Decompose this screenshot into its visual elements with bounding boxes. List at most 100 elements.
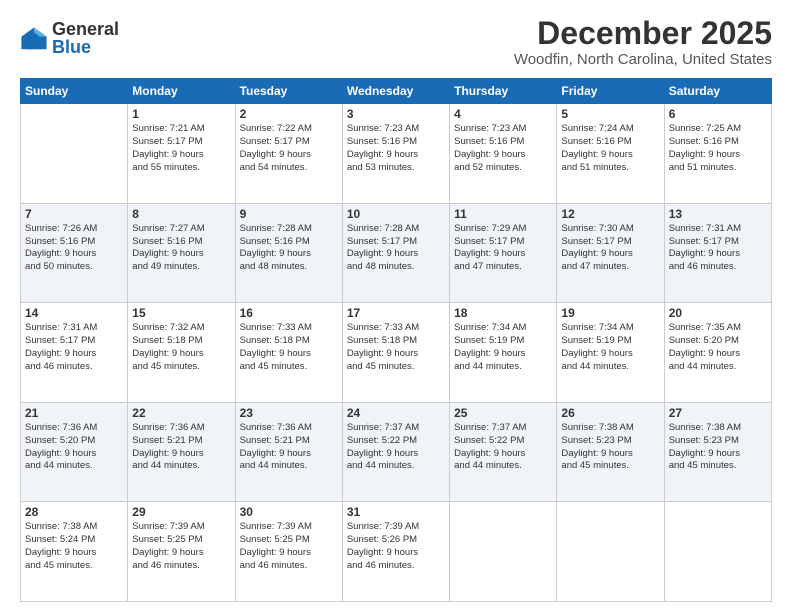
day-number: 1 (132, 107, 230, 121)
table-cell: 25 Sunrise: 7:37 AM Sunset: 5:22 PM Dayli… (450, 402, 557, 502)
location: Woodfin, North Carolina, United States (514, 51, 772, 68)
day-number: 16 (240, 306, 338, 320)
table-cell: 20Sunrise: 7:35 AM Sunset: 5:20 PM Dayli… (664, 303, 771, 403)
day-info: Sunrise: 7:34 AM Sunset: 5:19 PM Dayligh… (561, 322, 659, 373)
day-number: 30 (240, 505, 338, 519)
table-cell: 12 Sunrise: 7:30 AM Sunset: 5:17 PM Dayli… (557, 203, 664, 303)
day-info: Sunrise: 7:31 AM Sunset: 5:17 PM Dayligh… (669, 223, 767, 274)
logo-text: General Blue (52, 20, 119, 56)
logo-blue-text: Blue (52, 38, 119, 56)
day-number: 3 (347, 107, 445, 121)
day-number: 10 (347, 207, 445, 221)
table-cell: 4 Sunrise: 7:23 AM Sunset: 5:16 PM Daylig… (450, 104, 557, 204)
day-info: Sunrise: 7:38 AM Sunset: 5:23 PM Dayligh… (561, 422, 659, 473)
day-number: 17 (347, 306, 445, 320)
day-info: Sunrise: 7:37 AM Sunset: 5:22 PM Dayligh… (454, 422, 552, 473)
day-info: Sunrise: 7:33 AM Sunset: 5:18 PM Dayligh… (347, 322, 445, 373)
day-number: 25 (454, 406, 552, 420)
table-cell: 16 Sunrise: 7:33 AM Sunset: 5:18 PM Dayli… (235, 303, 342, 403)
col-friday: Friday (557, 79, 664, 104)
table-cell: 1 Sunrise: 7:21 AM Sunset: 5:17 PM Daylig… (128, 104, 235, 204)
table-cell: 14 Sunrise: 7:31 AM Sunset: 5:17 PM Dayli… (21, 303, 128, 403)
day-info: Sunrise: 7:21 AM Sunset: 5:17 PM Dayligh… (132, 123, 230, 174)
table-cell: 30 Sunrise: 7:39 AM Sunset: 5:25 PM Dayli… (235, 502, 342, 602)
table-cell: 15 Sunrise: 7:32 AM Sunset: 5:18 PM Dayli… (128, 303, 235, 403)
title-block: December 2025 Woodfin, North Carolina, U… (514, 16, 772, 68)
header: General Blue December 2025 Woodfin, Nort… (20, 16, 772, 68)
day-info: Sunrise: 7:38 AM Sunset: 5:23 PM Dayligh… (669, 422, 767, 473)
day-number: 12 (561, 207, 659, 221)
table-cell: 3 Sunrise: 7:23 AM Sunset: 5:16 PM Daylig… (342, 104, 449, 204)
week-row-4: 21 Sunrise: 7:36 AM Sunset: 5:20 PM Dayli… (21, 402, 772, 502)
table-cell: 8 Sunrise: 7:27 AM Sunset: 5:16 PM Daylig… (128, 203, 235, 303)
day-number: 29 (132, 505, 230, 519)
day-number: 24 (347, 406, 445, 420)
day-number: 20 (669, 306, 767, 320)
table-cell: 11Sunrise: 7:29 AM Sunset: 5:17 PM Dayli… (450, 203, 557, 303)
day-info: Sunrise: 7:24 AM Sunset: 5:16 PM Dayligh… (561, 123, 659, 174)
table-cell: 7Sunrise: 7:26 AM Sunset: 5:16 PM Daylig… (21, 203, 128, 303)
month-title: December 2025 (514, 16, 772, 51)
day-number: 27 (669, 406, 767, 420)
day-number: 22 (132, 406, 230, 420)
col-saturday: Saturday (664, 79, 771, 104)
table-cell: 17 Sunrise: 7:33 AM Sunset: 5:18 PM Dayli… (342, 303, 449, 403)
table-cell: 13 Sunrise: 7:31 AM Sunset: 5:17 PM Dayli… (664, 203, 771, 303)
day-info: Sunrise: 7:34 AM Sunset: 5:19 PM Dayligh… (454, 322, 552, 373)
table-cell: 24 Sunrise: 7:37 AM Sunset: 5:22 PM Dayli… (342, 402, 449, 502)
day-number: 18 (454, 306, 552, 320)
day-number: 4 (454, 107, 552, 121)
day-info: Sunrise: 7:27 AM Sunset: 5:16 PM Dayligh… (132, 223, 230, 274)
day-number: 6 (669, 107, 767, 121)
col-thursday: Thursday (450, 79, 557, 104)
logo-icon (20, 24, 48, 52)
day-info: Sunrise: 7:31 AM Sunset: 5:17 PM Dayligh… (25, 322, 123, 373)
day-info: Sunrise: 7:36 AM Sunset: 5:21 PM Dayligh… (132, 422, 230, 473)
table-cell: 22 Sunrise: 7:36 AM Sunset: 5:21 PM Dayli… (128, 402, 235, 502)
table-cell: 18 Sunrise: 7:34 AM Sunset: 5:19 PM Dayli… (450, 303, 557, 403)
day-number: 13 (669, 207, 767, 221)
table-cell: 9Sunrise: 7:28 AM Sunset: 5:16 PM Daylig… (235, 203, 342, 303)
table-cell: 10 Sunrise: 7:28 AM Sunset: 5:17 PM Dayli… (342, 203, 449, 303)
day-info: Sunrise: 7:32 AM Sunset: 5:18 PM Dayligh… (132, 322, 230, 373)
week-row-1: 1 Sunrise: 7:21 AM Sunset: 5:17 PM Daylig… (21, 104, 772, 204)
table-cell (21, 104, 128, 204)
day-info: Sunrise: 7:28 AM Sunset: 5:17 PM Dayligh… (347, 223, 445, 274)
col-sunday: Sunday (21, 79, 128, 104)
table-cell: 27 Sunrise: 7:38 AM Sunset: 5:23 PM Dayli… (664, 402, 771, 502)
logo: General Blue (20, 20, 119, 56)
day-info: Sunrise: 7:29 AM Sunset: 5:17 PM Dayligh… (454, 223, 552, 274)
day-info: Sunrise: 7:39 AM Sunset: 5:26 PM Dayligh… (347, 521, 445, 572)
table-cell: 21 Sunrise: 7:36 AM Sunset: 5:20 PM Dayli… (21, 402, 128, 502)
day-info: Sunrise: 7:33 AM Sunset: 5:18 PM Dayligh… (240, 322, 338, 373)
day-info: Sunrise: 7:36 AM Sunset: 5:20 PM Dayligh… (25, 422, 123, 473)
table-cell: 29Sunrise: 7:39 AM Sunset: 5:25 PM Dayli… (128, 502, 235, 602)
day-number: 8 (132, 207, 230, 221)
day-number: 5 (561, 107, 659, 121)
day-number: 28 (25, 505, 123, 519)
table-cell: 6Sunrise: 7:25 AM Sunset: 5:16 PM Daylig… (664, 104, 771, 204)
table-cell (664, 502, 771, 602)
table-cell: 5 Sunrise: 7:24 AM Sunset: 5:16 PM Daylig… (557, 104, 664, 204)
table-cell: 2Sunrise: 7:22 AM Sunset: 5:17 PM Daylig… (235, 104, 342, 204)
day-number: 7 (25, 207, 123, 221)
week-row-5: 28Sunrise: 7:38 AM Sunset: 5:24 PM Dayli… (21, 502, 772, 602)
day-info: Sunrise: 7:30 AM Sunset: 5:17 PM Dayligh… (561, 223, 659, 274)
day-number: 14 (25, 306, 123, 320)
day-number: 15 (132, 306, 230, 320)
table-cell (557, 502, 664, 602)
day-info: Sunrise: 7:39 AM Sunset: 5:25 PM Dayligh… (240, 521, 338, 572)
day-info: Sunrise: 7:23 AM Sunset: 5:16 PM Dayligh… (347, 123, 445, 174)
day-number: 23 (240, 406, 338, 420)
col-monday: Monday (128, 79, 235, 104)
day-number: 2 (240, 107, 338, 121)
week-row-2: 7Sunrise: 7:26 AM Sunset: 5:16 PM Daylig… (21, 203, 772, 303)
day-number: 31 (347, 505, 445, 519)
week-row-3: 14 Sunrise: 7:31 AM Sunset: 5:17 PM Dayli… (21, 303, 772, 403)
day-info: Sunrise: 7:23 AM Sunset: 5:16 PM Dayligh… (454, 123, 552, 174)
day-info: Sunrise: 7:28 AM Sunset: 5:16 PM Dayligh… (240, 223, 338, 274)
day-info: Sunrise: 7:36 AM Sunset: 5:21 PM Dayligh… (240, 422, 338, 473)
calendar-table: Sunday Monday Tuesday Wednesday Thursday… (20, 78, 772, 602)
day-number: 21 (25, 406, 123, 420)
day-info: Sunrise: 7:37 AM Sunset: 5:22 PM Dayligh… (347, 422, 445, 473)
